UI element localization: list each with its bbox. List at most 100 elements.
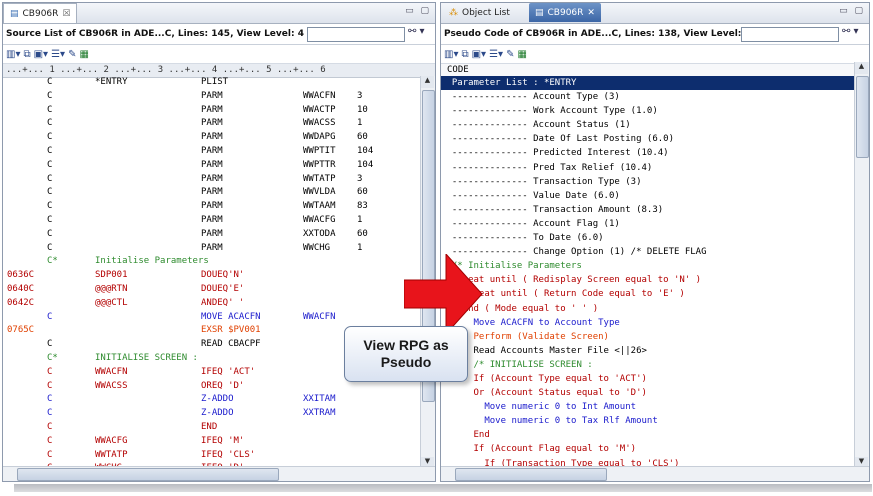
right-horizontal-scrollbar[interactable] [441,466,869,481]
source-f2: WWACTP [303,104,336,115]
pseudo-line[interactable]: -------------- Pred Tax Relief (10.4) [441,161,855,175]
pseudo-line[interactable]: /* Initialise Parameters [441,259,855,273]
close-icon[interactable]: ☒ [62,9,70,19]
pseudo-line[interactable]: -------------- Account Status (1) [441,118,855,132]
pseudo-line[interactable]: If (Account Flag equal to 'M') [441,442,855,456]
pseudo-line[interactable]: Move numeric 0 to Tax Rlf Amount [441,414,855,428]
pseudo-line[interactable]: -------------- Predicted Interest (10.4) [441,146,855,160]
source-len: 10 [357,104,368,115]
source-seq: 0640C [7,283,35,294]
pseudo-line[interactable]: -------------- Account Flag (1) [441,217,855,231]
find-input[interactable] [307,27,405,42]
copy-icon[interactable]: ⧉ [23,49,30,60]
pseudo-line[interactable]: Perform (Validate Screen) [441,330,855,344]
columns-icon[interactable]: ▥▾ [6,49,20,60]
tab-cb906r-pseudo[interactable]: ▤ CB906R ✕ [529,3,601,22]
source-f1: WWTATP [95,449,128,460]
tab-cb906r-source[interactable]: ▤ CB906R ☒ [3,3,78,23]
source-line[interactable]: 0642C @@@CTL ANDEQ' ' [3,297,421,311]
selected-pseudo-line[interactable]: Parameter List : *ENTRY [441,76,855,91]
source-f2: WWVLDA [303,187,336,198]
source-line[interactable]: C PARM WWACFN 3 [3,90,421,104]
pseudo-line[interactable]: End [441,428,855,442]
source-spec: C [47,145,53,156]
source-line[interactable]: C Z-ADDO XXITAM [3,393,421,407]
hscroll-thumb[interactable] [17,468,279,481]
source-spec: C [47,77,53,87]
scroll-up-icon[interactable]: ▲ [855,62,868,74]
source-line[interactable]: C PARM XXTODA 60 [3,228,421,242]
source-f2: WWACFN [303,90,336,101]
source-line[interactable]: C PARM WWACSS 1 [3,117,421,131]
pseudo-line[interactable]: /* INITIALISE SCREEN : [441,358,855,372]
source-line[interactable]: C *ENTRY PLIST [3,76,421,90]
hscroll-thumb[interactable] [455,468,607,481]
pseudo-line[interactable]: -------------- Transaction Type (3) [441,175,855,189]
filter-icon[interactable]: ▣▾ [34,49,48,60]
source-code-area[interactable]: C *ENTRY PLIST C PARM WWACFN 3 C PARM WWACTP 10 C PA… [3,76,421,473]
copy-icon[interactable]: ⧉ [461,49,468,60]
list-icon[interactable]: ☰▾ [51,49,65,60]
find-input[interactable] [741,27,839,42]
pseudo-line[interactable]: -------------- Transaction Amount (8.3) [441,203,855,217]
pseudo-line[interactable]: Read Accounts Master File <||26> [441,344,855,358]
source-line[interactable]: 0636C SDP001 DOUEQ'N' [3,269,421,283]
source-line[interactable]: C PARM WWPTTR 104 [3,159,421,173]
pseudo-line[interactable]: Or (Account Status equal to 'D') [441,386,855,400]
columns-icon[interactable]: ▥▾ [444,49,458,60]
pseudo-line[interactable]: Repeat until ( Return Code equal to 'E' … [441,287,855,301]
pseudo-line[interactable]: If (Account Type equal to 'ACT') [441,372,855,386]
source-f2: WWPTIT [303,145,336,156]
save-icon[interactable]: ▦ [79,49,88,60]
filter-icon[interactable]: ▣▾ [472,49,486,60]
scroll-up-icon[interactable]: ▲ [421,76,434,88]
source-file-icon: ▤ [10,8,19,19]
source-line[interactable]: C END [3,421,421,435]
source-line[interactable]: C PARM WWTAAM 83 [3,200,421,214]
source-line[interactable]: C PARM WWTATP 3 [3,173,421,187]
window-controls[interactable]: ▭ ▢ [405,6,431,16]
pseudo-line[interactable]: -------------- Date Of Last Posting (6.0… [441,132,855,146]
close-icon[interactable]: ✕ [587,8,595,18]
source-line[interactable]: C PARM WWCHG 1 [3,242,421,256]
tab-object-list[interactable]: ⁂ Object List [443,3,516,22]
source-line[interactable]: C MOVE ACACFN WWACFN [3,311,421,325]
pseudo-code-area[interactable]: Parameter List : *ENTRY -------------- A… [441,76,855,481]
left-horizontal-scrollbar[interactable] [3,466,435,481]
list-icon[interactable]: ☰▾ [489,49,503,60]
source-op: PARM [201,90,223,101]
pseudo-line[interactable]: And ( Mode equal to ' ' ) [441,302,855,316]
source-line[interactable]: C WWACFG IFEQ 'M' [3,435,421,449]
source-line[interactable]: C PARM WWACFG 1 [3,214,421,228]
source-line[interactable]: C PARM WWACTP 10 [3,104,421,118]
source-line[interactable]: C Z-ADDO XXTRAM [3,407,421,421]
window-controls[interactable]: ▭ ▢ [839,6,865,16]
source-op: ANDEQ' ' [201,297,245,308]
pseudo-line[interactable]: -------------- To Date (6.0) [441,231,855,245]
pseudo-line[interactable]: -------------- Value Date (6.0) [441,189,855,203]
find-binoculars-icon[interactable]: ⚯ ▾ [842,26,859,37]
right-vertical-scrollbar[interactable]: ▲ ▼ [854,62,869,469]
source-line[interactable]: C WWTATP IFEQ 'CLS' [3,449,421,463]
source-f1: Initialise Parameters [95,256,209,267]
source-line[interactable]: C* Initialise Parameters [3,255,421,269]
pseudo-line[interactable]: -------------- Account Type (3) [441,90,855,104]
edit-icon[interactable]: ✎ [68,49,76,60]
find-binoculars-icon[interactable]: ⚯ ▾ [408,26,425,37]
source-op: EXSR $PV001 [201,325,261,336]
pseudo-line[interactable]: -------------- Work Account Type (1.0) [441,104,855,118]
scroll-thumb[interactable] [856,76,869,158]
source-line[interactable]: C PARM WWDAPG 60 [3,131,421,145]
pseudo-line[interactable]: Repeat until ( Redisplay Screen equal to… [441,273,855,287]
source-line[interactable]: C PARM WWPTIT 104 [3,145,421,159]
source-line[interactable]: 0640C @@@RTN DOUEQ'E' [3,283,421,297]
source-spec: C [47,214,53,225]
source-spec: C [47,394,53,405]
callout-line-1: View RPG as [363,337,449,353]
edit-icon[interactable]: ✎ [506,49,514,60]
pseudo-line[interactable]: Move numeric 0 to Int Amount [441,400,855,414]
pseudo-line[interactable]: Move ACACFN to Account Type [441,316,855,330]
source-line[interactable]: C PARM WWVLDA 60 [3,186,421,200]
pseudo-line[interactable]: -------------- Change Option (1) /* DELE… [441,245,855,259]
save-icon[interactable]: ▦ [517,49,526,60]
